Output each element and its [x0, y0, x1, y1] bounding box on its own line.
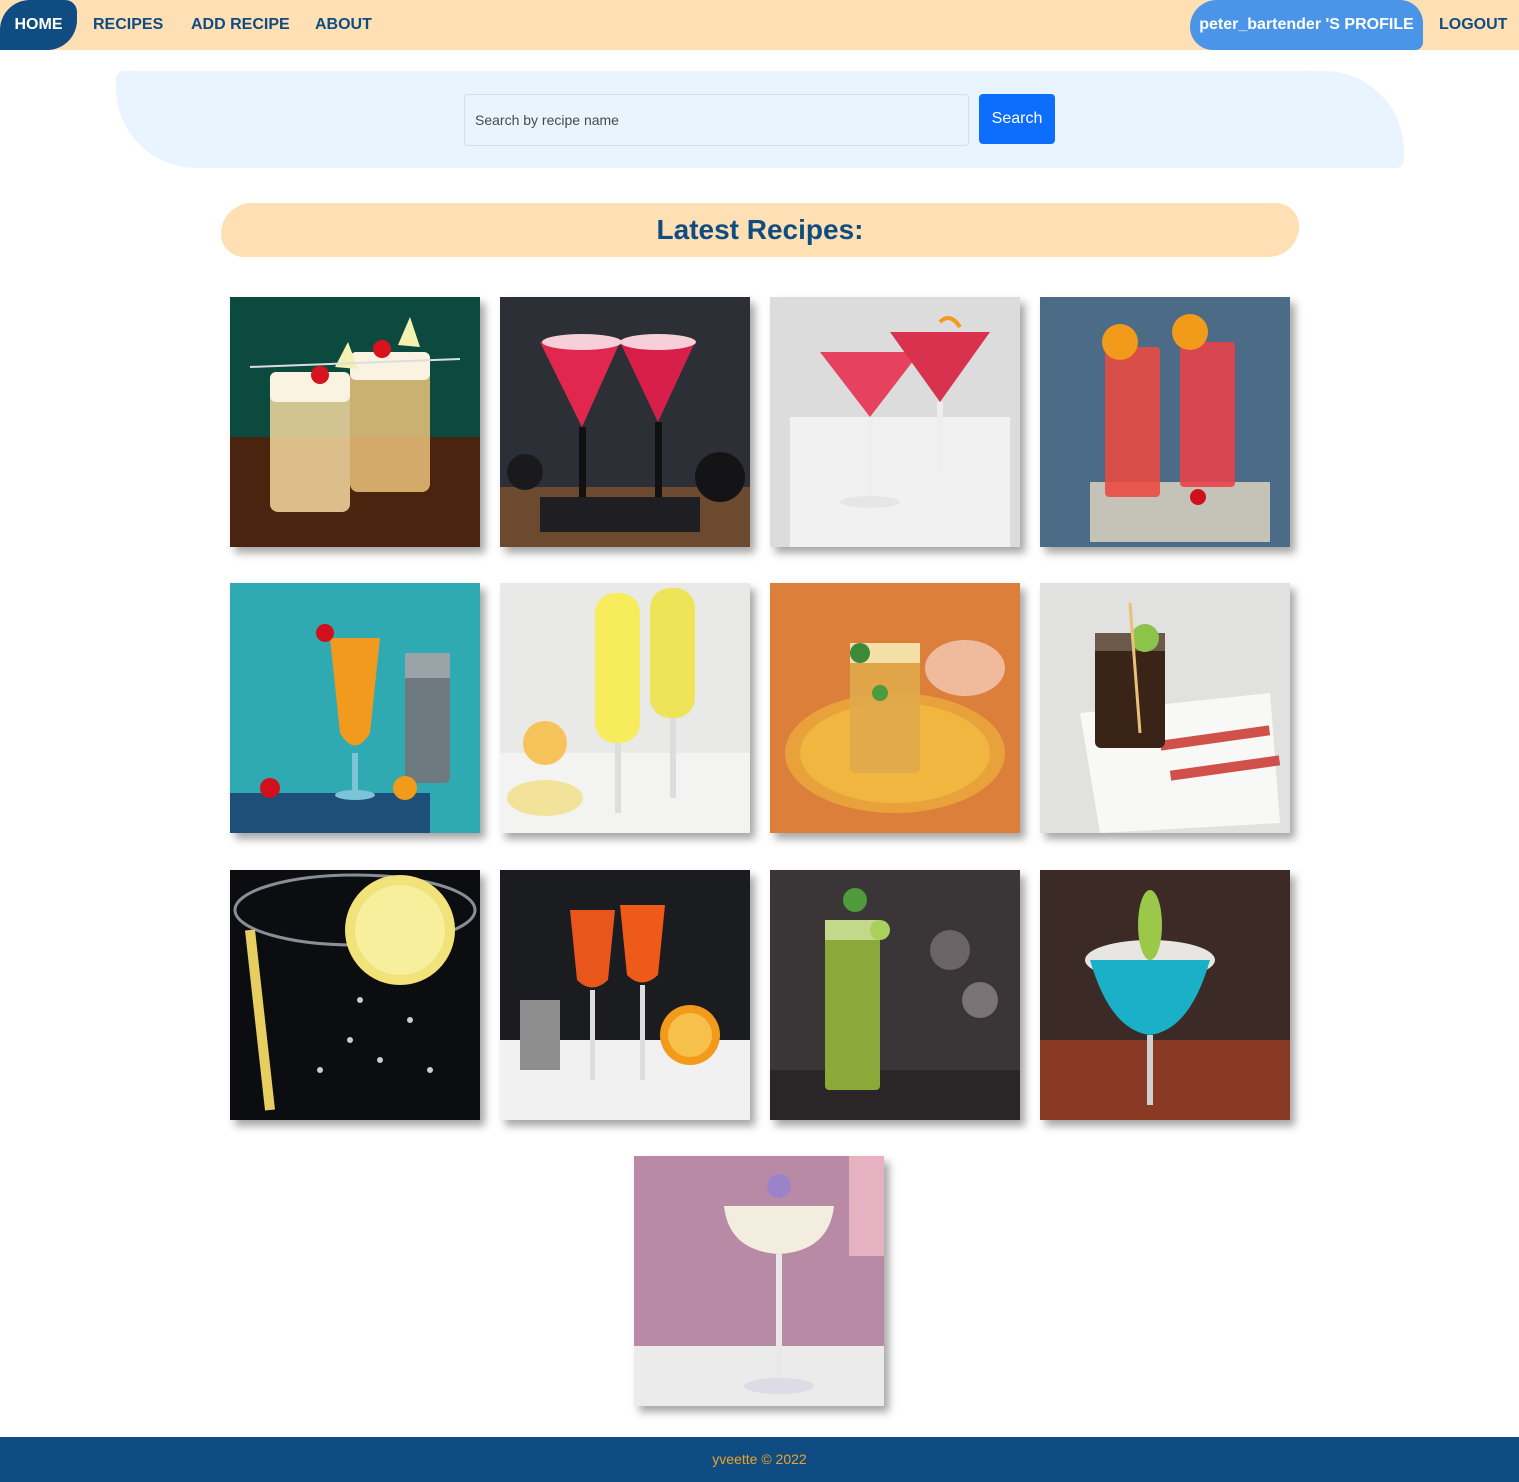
recipe-card-10[interactable]	[500, 870, 750, 1120]
recipe-card-11[interactable]	[770, 870, 1020, 1120]
recipe-card-6[interactable]	[500, 583, 750, 833]
red-rimmed-martini-cocktail-image	[500, 297, 750, 547]
footer-copyright: yveette © 2022	[712, 1451, 807, 1467]
recipe-card-5[interactable]	[230, 583, 480, 833]
white-coupe-flower-cocktail-image	[634, 1156, 884, 1406]
cola-lime-highball-image	[1040, 583, 1290, 833]
sparkling-lemon-water-image	[230, 870, 480, 1120]
recipe-card-8[interactable]	[1040, 583, 1290, 833]
recipe-card-12[interactable]	[1040, 870, 1290, 1120]
nav-about-link[interactable]: ABOUT	[315, 0, 372, 50]
red-highball-orange-garnish-image	[1040, 297, 1290, 547]
whiskey-sour-cocktail-image	[230, 297, 480, 547]
iced-tea-mint-cocktail-image	[770, 583, 1020, 833]
mimosa-flutes-image	[500, 583, 750, 833]
recipe-card-4[interactable]	[1040, 297, 1290, 547]
search-button[interactable]: Search	[979, 94, 1055, 144]
recipe-card-9[interactable]	[230, 870, 480, 1120]
nav-home-link[interactable]: HOME	[0, 0, 77, 50]
nav-add-recipe-link[interactable]: ADD RECIPE	[191, 0, 290, 50]
recipe-card-13[interactable]	[634, 1156, 884, 1406]
orange-hurricane-cocktail-image	[230, 583, 480, 833]
recipe-card-3[interactable]	[770, 297, 1020, 547]
recipe-card-2[interactable]	[500, 297, 750, 547]
nav-profile-link[interactable]: peter_bartender 'S PROFILE	[1190, 0, 1423, 50]
aperol-spritz-image	[500, 870, 750, 1120]
green-mojito-highball-image	[770, 870, 1020, 1120]
pink-cosmopolitan-cocktail-image	[770, 297, 1020, 547]
blue-margarita-image	[1040, 870, 1290, 1120]
top-navbar: HOME RECIPES ADD RECIPE ABOUT peter_bart…	[0, 0, 1519, 50]
recipe-card-1[interactable]	[230, 297, 480, 547]
nav-logout-link[interactable]: LOGOUT	[1439, 0, 1507, 50]
nav-recipes-link[interactable]: RECIPES	[93, 0, 163, 50]
search-input[interactable]	[464, 94, 969, 146]
recipe-card-7[interactable]	[770, 583, 1020, 833]
latest-recipes-title: Latest Recipes:	[656, 214, 864, 245]
